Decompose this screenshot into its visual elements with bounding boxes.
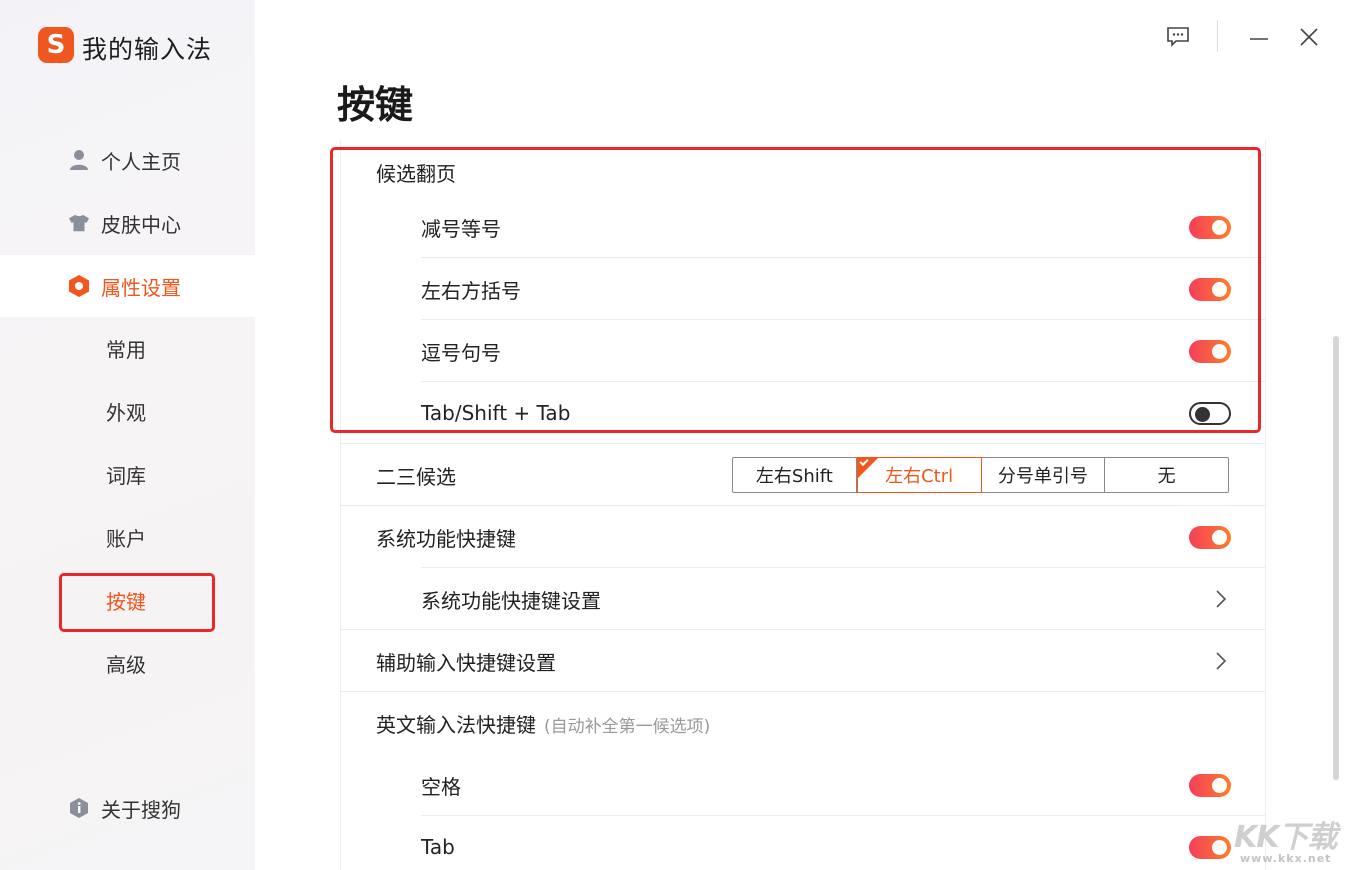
sub-nav-account[interactable]: 账户: [106, 517, 226, 557]
sub-nav-dictionary[interactable]: 词库: [106, 454, 226, 494]
highlight-annotation-main: [330, 147, 1261, 433]
toggle-tab[interactable]: [1189, 835, 1231, 859]
row-label: 空格: [421, 774, 461, 799]
watermark: KK下载 www.kkx.net: [1234, 812, 1346, 868]
hexagon-settings-icon: [68, 275, 90, 297]
feedback-button[interactable]: [1163, 22, 1193, 52]
nav-item-skin[interactable]: 皮肤中心: [0, 192, 255, 254]
sub-nav-appearance[interactable]: 外观: [106, 391, 226, 431]
option-label: 无: [1157, 466, 1176, 487]
nav-item-personal[interactable]: 个人主页: [0, 129, 255, 191]
close-icon: [1300, 28, 1318, 46]
nav-label-about: 关于搜狗: [101, 797, 181, 822]
row-system-shortcut-settings[interactable]: 系统功能快捷键设置: [340, 568, 1266, 630]
watermark-url: www.kkx.net: [1240, 852, 1332, 865]
row-system-shortcut: 系统功能快捷键: [340, 506, 1266, 568]
sub-nav-advanced[interactable]: 高级: [106, 643, 226, 683]
chevron-right-icon: [1216, 590, 1227, 608]
sidebar: S 我的输入法 个人主页 皮肤中心 属性设置 常用 外观 词库 账户 按键 高级…: [0, 0, 255, 870]
toggle-space[interactable]: [1189, 773, 1231, 797]
toggle-system-shortcut[interactable]: [1189, 525, 1231, 549]
app-title: 我的输入法: [82, 35, 213, 64]
row-label: 辅助输入快捷键设置: [376, 650, 556, 675]
row-label: Tab: [421, 835, 455, 859]
row-label: 二三候选: [376, 464, 456, 489]
english-shortcut-hint: (自动补全第一候选项): [544, 716, 711, 737]
minimize-button[interactable]: [1244, 22, 1274, 52]
option-label: 分号单引号: [997, 466, 1088, 487]
highlight-annotation-sidebar: [59, 573, 215, 632]
chevron-right-icon: [1216, 652, 1227, 670]
feedback-icon: [1167, 27, 1189, 47]
option-none[interactable]: 无: [1105, 458, 1228, 492]
row-second-third-candidate: 二三候选 左右Shift 左右Ctrl 分号单引号 无: [340, 444, 1266, 506]
row-english-shortcut-header: 英文输入法快捷键 (自动补全第一候选项): [340, 692, 1266, 754]
watermark-main: KK下载: [1234, 820, 1337, 855]
row-label: 系统功能快捷键: [376, 526, 516, 551]
row-label: 系统功能快捷键设置: [421, 588, 601, 613]
titlebar-separator: [1217, 20, 1218, 52]
candidate-key-segmented-control: 左右Shift 左右Ctrl 分号单引号 无: [732, 456, 1229, 493]
row-label: 英文输入法快捷键 (自动补全第一候选项): [376, 709, 710, 738]
info-icon: [68, 797, 90, 819]
option-left-right-shift[interactable]: 左右Shift: [733, 458, 857, 492]
option-label: 左右Shift: [755, 466, 833, 487]
scrollbar[interactable]: [1333, 336, 1339, 780]
nav-item-about[interactable]: 关于搜狗: [0, 777, 255, 839]
option-semicolon-quote[interactable]: 分号单引号: [982, 458, 1106, 492]
nav-item-settings[interactable]: 属性设置: [0, 255, 255, 317]
nav-label-skin: 皮肤中心: [101, 212, 181, 237]
row-space: 空格: [340, 754, 1266, 816]
option-label: 左右Ctrl: [885, 466, 954, 487]
minimize-icon: [1250, 38, 1268, 40]
page-title: 按键: [337, 83, 414, 127]
english-shortcut-title: 英文输入法快捷键: [376, 712, 536, 737]
nav-label-settings: 属性设置: [101, 275, 181, 300]
option-left-right-ctrl[interactable]: 左右Ctrl: [856, 456, 982, 493]
row-tab: Tab: [340, 816, 1266, 870]
row-assist-shortcut-settings[interactable]: 辅助输入快捷键设置: [340, 630, 1266, 692]
shirt-icon: [68, 212, 90, 234]
user-icon: [68, 149, 90, 171]
close-button[interactable]: [1294, 22, 1324, 52]
sogou-logo-icon: S: [38, 27, 74, 63]
nav-label-personal: 个人主页: [101, 149, 181, 174]
sub-nav-common[interactable]: 常用: [106, 328, 226, 368]
